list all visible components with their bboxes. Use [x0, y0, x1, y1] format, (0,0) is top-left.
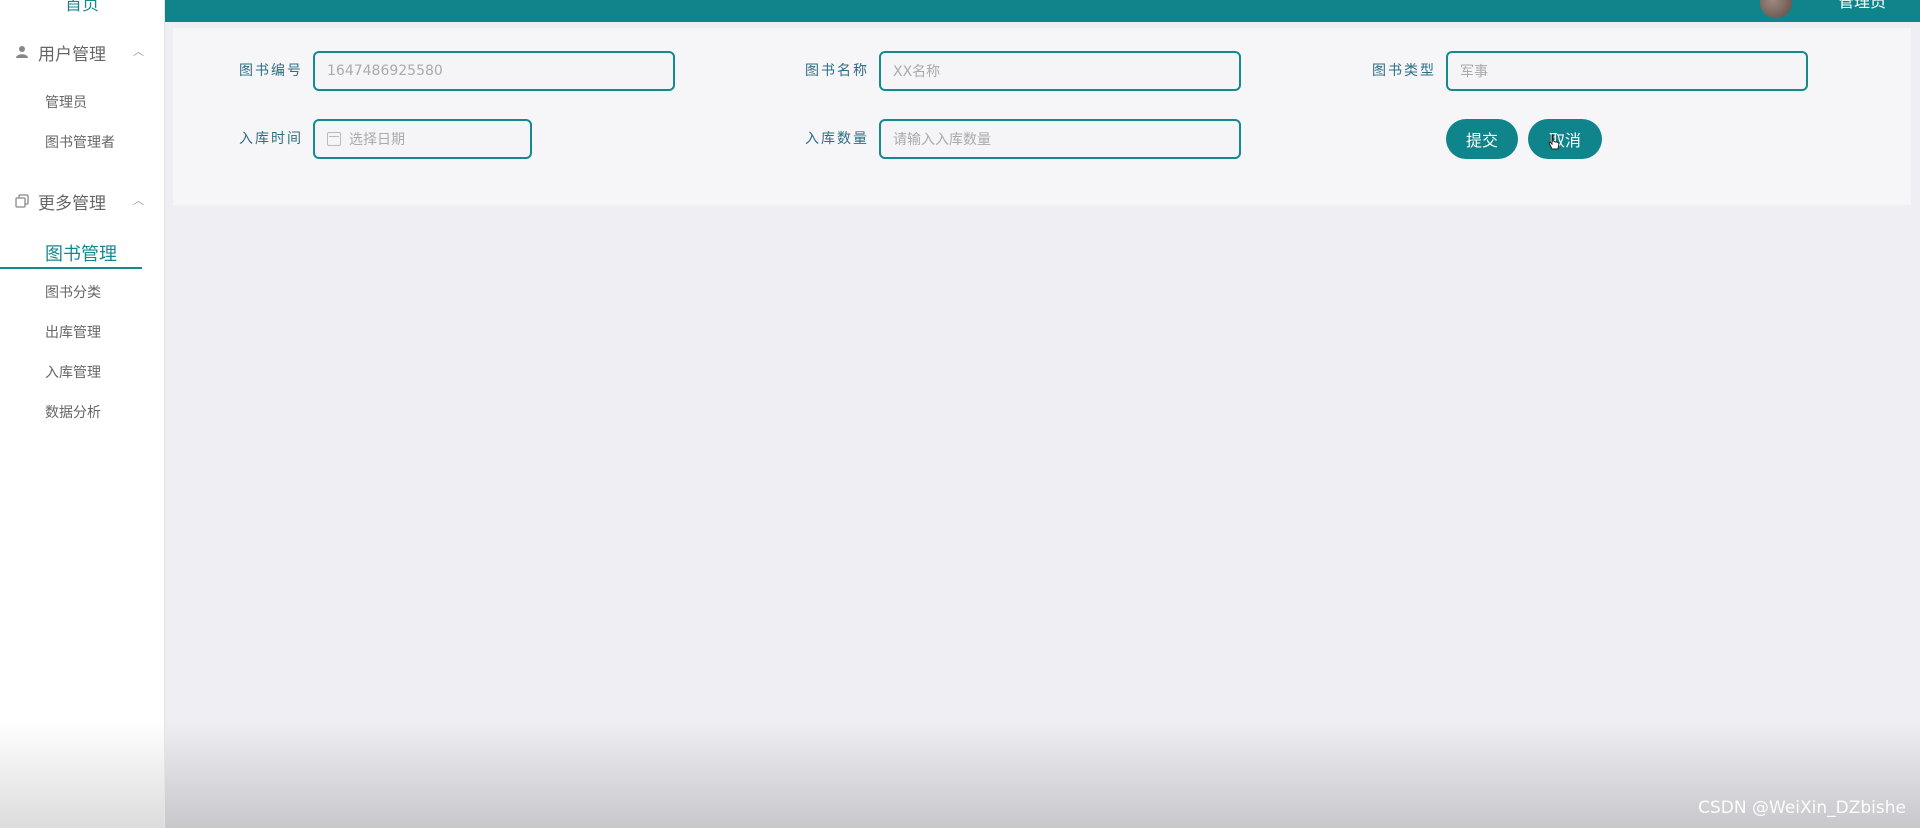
sidebar-item-outbound[interactable]: 出库管理 [45, 322, 101, 342]
field-label-inbound-quantity: 入库数量 [805, 131, 869, 147]
sidebar-item-inbound[interactable]: 入库管理 [45, 362, 101, 382]
book-form-panel: 图书编号 1647486925580 图书名称 XX名称 图书类型 军事 入库时… [173, 28, 1911, 205]
active-item-indicator [0, 267, 142, 269]
field-label-book-type: 图书类型 [1372, 63, 1436, 79]
topbar: 管理员 [165, 0, 1920, 22]
field-label-inbound-time: 入库时间 [239, 131, 303, 147]
sidebar-item-book-manager[interactable]: 图书管理者 [45, 132, 115, 152]
book-id-input[interactable]: 1647486925580 [313, 51, 675, 91]
sidebar-shade [0, 720, 164, 828]
book-type-input[interactable]: 军事 [1446, 51, 1808, 91]
sidebar-item-book-management[interactable]: 图书管理 [45, 240, 117, 266]
sidebar-item-data-analysis[interactable]: 数据分析 [45, 402, 101, 422]
book-name-placeholder: XX名称 [893, 64, 941, 80]
calendar-icon [327, 132, 341, 146]
hand-cursor-icon [1548, 134, 1560, 150]
chevron-up-icon: ︿ [133, 194, 144, 207]
field-label-book-name: 图书名称 [805, 63, 869, 79]
watermark: CSDN @WeiXin_DZbishe [1698, 798, 1906, 818]
sidebar-group-label: 用户管理 [38, 44, 106, 65]
sidebar-group-label: 更多管理 [38, 193, 106, 214]
inbound-quantity-input[interactable]: 请输入入库数量 [879, 119, 1241, 159]
cancel-button[interactable]: 取消 [1528, 119, 1602, 159]
submit-button[interactable]: 提交 [1446, 119, 1518, 159]
book-name-input[interactable]: XX名称 [879, 51, 1241, 91]
sidebar-group-more-management[interactable]: 更多管理 ︿ [14, 189, 144, 214]
field-label-book-id: 图书编号 [239, 63, 303, 79]
sidebar-item-book-category[interactable]: 图书分类 [45, 282, 101, 302]
inbound-quantity-placeholder: 请输入入库数量 [893, 132, 991, 148]
book-id-value: 1647486925580 [327, 63, 443, 79]
topbar-user-name[interactable]: 管理员 [1838, 0, 1886, 12]
inbound-date-placeholder: 选择日期 [349, 132, 405, 148]
sidebar-item-admin[interactable]: 管理员 [45, 92, 87, 112]
chevron-up-icon: ︿ [133, 45, 144, 58]
sidebar-group-user-management[interactable]: 用户管理 ︿ [14, 40, 144, 65]
sidebar-item-home[interactable]: 首页 [0, 0, 164, 15]
sidebar: 首页 用户管理 ︿ 管理员 图书管理者 更多管理 ︿ 图书管理 图书分类 出库管… [0, 0, 165, 828]
inbound-date-picker[interactable]: 选择日期 [313, 119, 532, 159]
avatar[interactable] [1760, 0, 1792, 18]
copy-icon [14, 193, 30, 209]
book-type-value: 军事 [1460, 64, 1488, 80]
bottom-shade [165, 720, 1920, 828]
user-icon [14, 44, 30, 60]
